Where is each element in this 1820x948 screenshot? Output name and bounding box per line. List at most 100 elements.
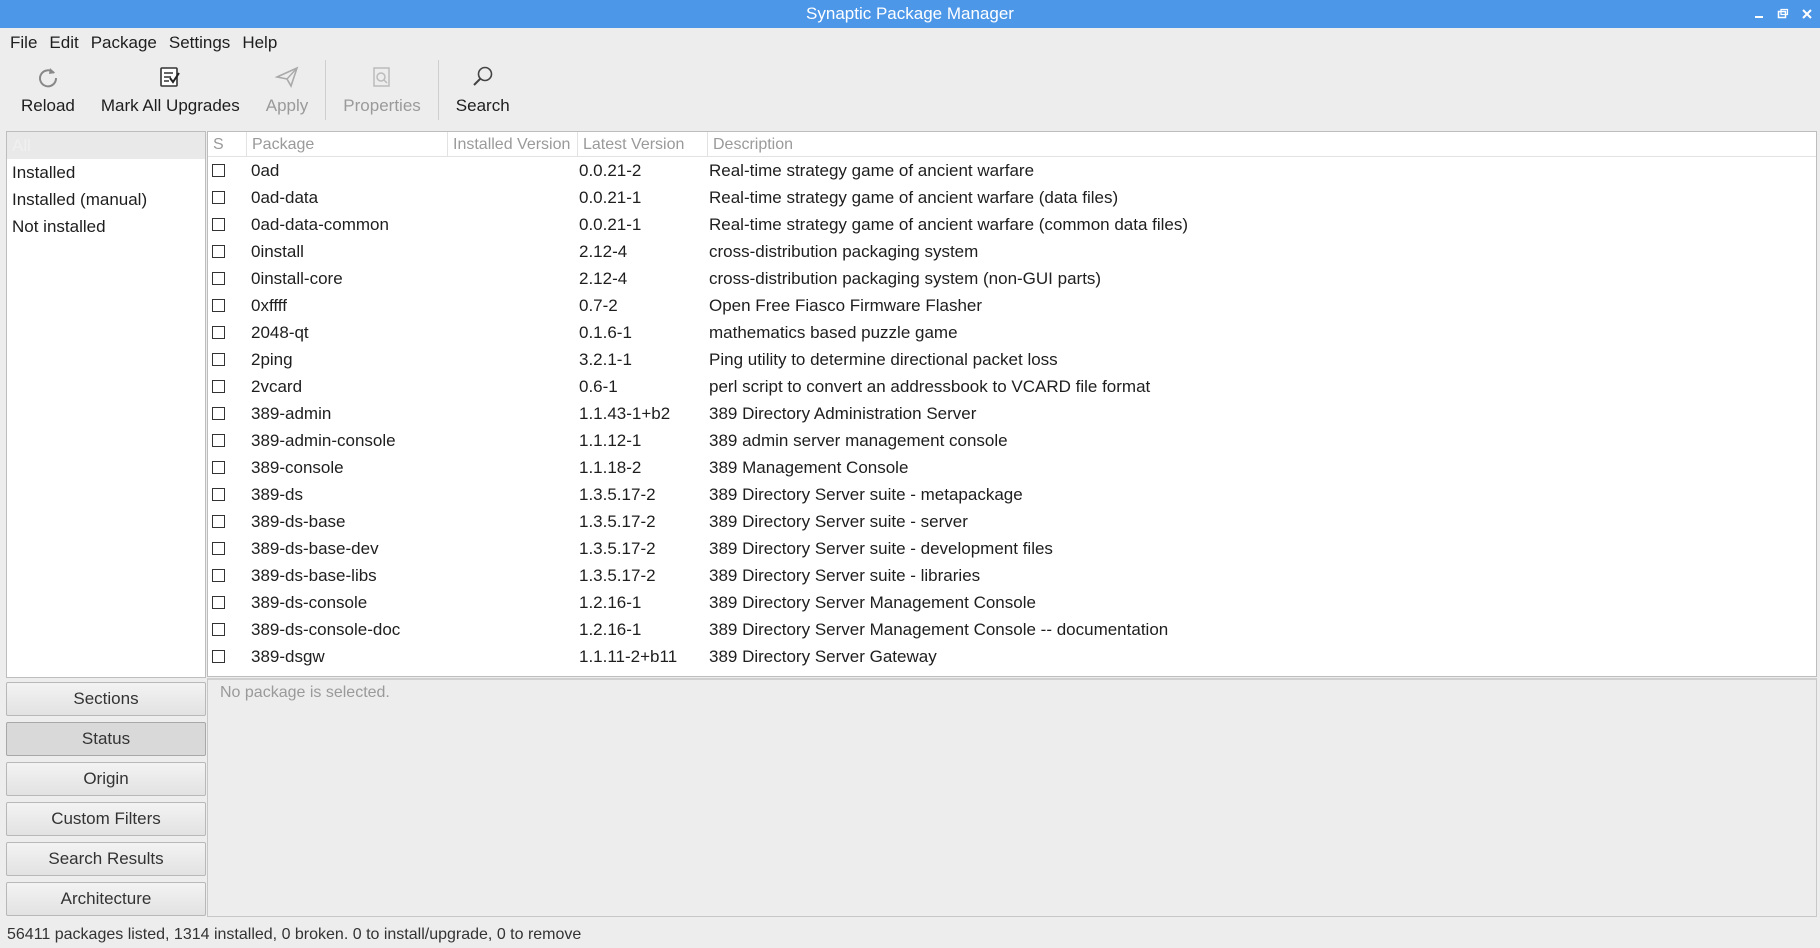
table-row[interactable]: 0ad-data-common 0.0.21-1 Real-time strateg…	[208, 211, 1816, 238]
row-status-cell[interactable]	[208, 434, 247, 447]
package-checkbox[interactable]	[212, 569, 225, 582]
package-checkbox[interactable]	[212, 461, 225, 474]
package-checkbox[interactable]	[212, 488, 225, 501]
package-checkbox[interactable]	[212, 191, 225, 204]
reload-label: Reload	[21, 96, 75, 115]
row-status-cell[interactable]	[208, 515, 247, 528]
no-selection-message: No package is selected.	[220, 684, 390, 701]
table-row[interactable]: 0install-core 2.12-4 cross-distribution pa…	[208, 265, 1816, 292]
row-status-cell[interactable]	[208, 245, 247, 258]
row-status-cell[interactable]	[208, 353, 247, 366]
row-status-cell[interactable]	[208, 191, 247, 204]
apply-button[interactable]: Apply	[253, 58, 322, 124]
table-row[interactable]: 389-admin-console 1.1.12-1 389 admin serve…	[208, 427, 1816, 454]
row-status-cell[interactable]	[208, 218, 247, 231]
minimize-icon[interactable]	[1750, 5, 1768, 23]
filter-item-label: Installed (manual)	[12, 190, 148, 209]
menu-file[interactable]: File	[4, 28, 43, 58]
package-checkbox[interactable]	[212, 272, 225, 285]
package-checkbox[interactable]	[212, 650, 225, 663]
search-results-button[interactable]: Search Results	[6, 842, 206, 876]
mark-all-upgrades-button[interactable]: Mark All Upgrades	[88, 58, 253, 124]
package-checkbox[interactable]	[212, 434, 225, 447]
column-header-description[interactable]: Description	[708, 132, 1816, 156]
row-status-cell[interactable]	[208, 542, 247, 555]
package-description: Real-time strategy game of ancient warfa…	[709, 187, 1119, 207]
origin-button[interactable]: Origin	[6, 762, 206, 796]
row-status-cell[interactable]	[208, 380, 247, 393]
table-row[interactable]: 2ping 3.2.1-1 Ping utility to determine di…	[208, 346, 1816, 373]
filter-item-installed[interactable]: Installed	[7, 159, 205, 186]
package-description: 389 Directory Administration Server	[709, 403, 977, 423]
menu-help[interactable]: Help	[236, 28, 283, 58]
column-header-latest-version[interactable]: Latest Version	[578, 132, 708, 156]
table-row[interactable]: 389-admin 1.1.43-1+b2 389 Directory Admini…	[208, 400, 1816, 427]
close-icon[interactable]	[1798, 5, 1816, 23]
toolbar-separator	[325, 60, 327, 120]
menu-edit[interactable]: Edit	[43, 28, 84, 58]
table-row[interactable]: 389-ds-console-doc 1.2.16-1 389 Directory …	[208, 616, 1816, 643]
table-row[interactable]: 0ad-data 0.0.21-1 Real-time strategy game …	[208, 184, 1816, 211]
filter-item-not-installed[interactable]: Not installed	[7, 213, 205, 240]
latest-version: 0.1.6-1	[579, 322, 632, 342]
package-checkbox[interactable]	[212, 299, 225, 312]
row-status-cell[interactable]	[208, 488, 247, 501]
table-row[interactable]: 389-console 1.1.18-2 389 Management Consol…	[208, 454, 1816, 481]
maximize-icon[interactable]	[1774, 5, 1792, 23]
table-row[interactable]: 0install 2.12-4 cross-distribution packagi…	[208, 238, 1816, 265]
table-row[interactable]: 0xffff 0.7-2 Open Free Fiasco Firmware Fla…	[208, 292, 1816, 319]
package-checkbox[interactable]	[212, 326, 225, 339]
architecture-button[interactable]: Architecture	[6, 882, 206, 916]
package-checkbox[interactable]	[212, 353, 225, 366]
package-checkbox[interactable]	[212, 623, 225, 636]
table-row[interactable]: 389-dsgw 1.1.11-2+b11 389 Directory Server…	[208, 643, 1816, 670]
table-row[interactable]: 2vcard 0.6-1 perl script to convert an add…	[208, 373, 1816, 400]
filter-mode-buttons: Sections Status Origin Custom Filters Se…	[6, 682, 206, 922]
menu-settings[interactable]: Settings	[163, 28, 236, 58]
package-checkbox[interactable]	[212, 596, 225, 609]
properties-label: Properties	[343, 96, 421, 115]
row-status-cell[interactable]	[208, 461, 247, 474]
row-status-cell[interactable]	[208, 326, 247, 339]
row-status-cell[interactable]	[208, 272, 247, 285]
package-checkbox[interactable]	[212, 218, 225, 231]
filter-item-installed-manual[interactable]: Installed (manual)	[7, 186, 205, 213]
column-header-installed-version[interactable]: Installed Version	[448, 132, 578, 156]
package-checkbox[interactable]	[212, 515, 225, 528]
row-status-cell[interactable]	[208, 569, 247, 582]
menu-package[interactable]: Package	[85, 28, 163, 58]
row-status-cell[interactable]	[208, 623, 247, 636]
row-status-cell[interactable]	[208, 299, 247, 312]
table-row[interactable]: 389-ds 1.3.5.17-2 389 Directory Server sui…	[208, 481, 1816, 508]
row-status-cell[interactable]	[208, 164, 247, 177]
properties-button[interactable]: Properties	[330, 58, 433, 124]
mark-all-upgrades-label: Mark All Upgrades	[100, 96, 240, 115]
row-status-cell[interactable]	[208, 407, 247, 420]
status-button[interactable]: Status	[6, 722, 206, 756]
row-status-cell[interactable]	[208, 596, 247, 609]
table-row[interactable]: 389-ds-base-libs 1.3.5.17-2 389 Directory …	[208, 562, 1816, 589]
filter-item-label: Not installed	[12, 217, 106, 236]
custom-filters-button[interactable]: Custom Filters	[6, 802, 206, 836]
reload-button[interactable]: Reload	[8, 58, 88, 124]
sections-button[interactable]: Sections	[6, 682, 206, 716]
package-name: 389-dsgw	[251, 646, 325, 666]
table-row[interactable]: 0ad 0.0.21-2 Real-time strategy game of an…	[208, 157, 1816, 184]
table-row[interactable]: 389-ds-base-dev 1.3.5.17-2 389 Directory S…	[208, 535, 1816, 562]
table-row[interactable]: 389-ds-console 1.2.16-1 389 Directory Serv…	[208, 589, 1816, 616]
table-row[interactable]: 389-ds-base 1.3.5.17-2 389 Directory Serve…	[208, 508, 1816, 535]
package-checkbox[interactable]	[212, 164, 225, 177]
latest-version: 2.12-4	[579, 268, 628, 288]
row-status-cell[interactable]	[208, 650, 247, 663]
latest-version: 1.1.12-1	[579, 430, 642, 450]
column-header-package[interactable]: Package	[247, 132, 448, 156]
filter-item-all[interactable]: All	[7, 132, 205, 159]
package-description: Open Free Fiasco Firmware Flasher	[709, 295, 983, 315]
package-checkbox[interactable]	[212, 380, 225, 393]
column-header-status[interactable]: S	[208, 132, 247, 156]
package-checkbox[interactable]	[212, 245, 225, 258]
package-checkbox[interactable]	[212, 407, 225, 420]
package-checkbox[interactable]	[212, 542, 225, 555]
search-button[interactable]: Search	[443, 58, 523, 124]
table-row[interactable]: 2048-qt 0.1.6-1 mathematics based puzzle g…	[208, 319, 1816, 346]
